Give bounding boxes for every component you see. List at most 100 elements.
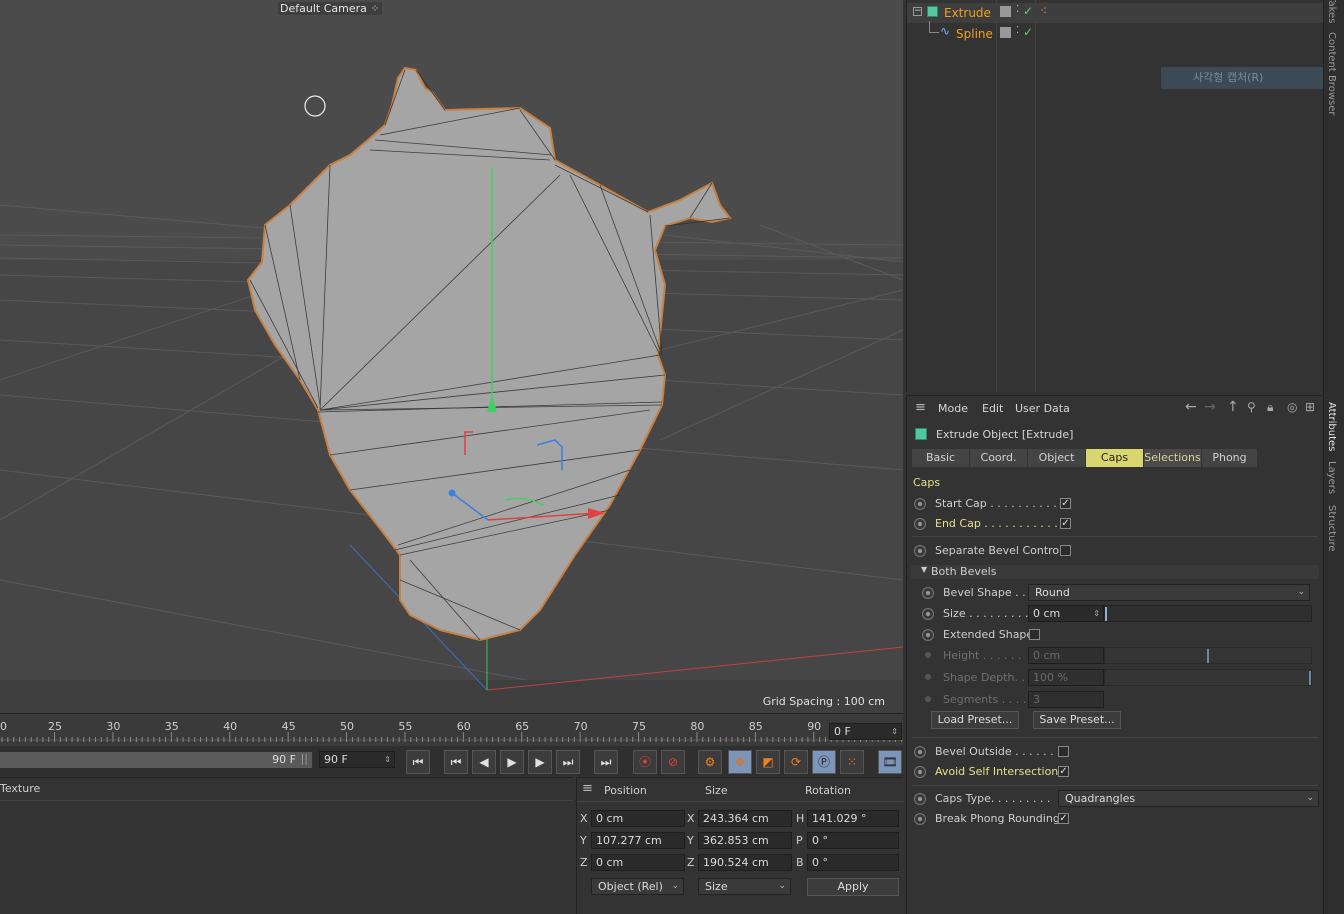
size-z-field[interactable]: 190.524 cm (698, 854, 792, 871)
caps-type-dropdown[interactable]: Quadrangles ⌄ (1058, 790, 1319, 807)
up-arrow-icon[interactable]: ↑ (1227, 399, 1239, 415)
enabled-check-icon[interactable]: ✓ (1023, 4, 1033, 18)
animate-radio[interactable] (914, 766, 926, 778)
material-manager[interactable]: Texture (0, 777, 573, 914)
tab-structure[interactable]: Structure (1326, 505, 1337, 552)
menu-edit[interactable]: Edit (982, 402, 1003, 415)
position-y-field[interactable]: 107.277 cm (591, 832, 685, 849)
hamburger-menu-icon[interactable]: ≡ (582, 782, 593, 795)
apply-button[interactable]: Apply (807, 878, 899, 896)
tab-phong[interactable]: Phong (1202, 449, 1258, 467)
forward-arrow-icon[interactable]: → (1204, 399, 1216, 415)
rotation-p-field[interactable]: 0 ° (807, 832, 899, 849)
tab-object[interactable]: Object (1028, 449, 1086, 467)
attributes-panel[interactable]: ≡ Mode Edit User Data ← → ↑ ⚲ 🔒︎ ◎ ⊞ Ext… (906, 395, 1322, 914)
play-icon[interactable]: ▶ (500, 750, 524, 774)
tab-caps[interactable]: Caps (1086, 449, 1144, 467)
coord-mode-dropdown[interactable]: Object (Rel) ⌄ (591, 878, 684, 895)
tab-coord[interactable]: Coord. (970, 449, 1028, 467)
size-slider[interactable] (1104, 605, 1312, 622)
menu-user-data[interactable]: User Data (1015, 402, 1070, 415)
animate-radio[interactable] (922, 587, 934, 599)
object-name-spline[interactable]: Spline (956, 27, 993, 41)
hamburger-menu-icon[interactable]: ≡ (915, 401, 926, 414)
size-y-field[interactable]: 362.853 cm (698, 832, 792, 849)
frame-range-slider[interactable]: 90 F || (0, 752, 312, 768)
break-phong-checkbox[interactable]: ✓ (1058, 813, 1069, 824)
animate-radio[interactable] (914, 813, 926, 825)
visibility-dots-icon[interactable]: ⁚ (1016, 25, 1019, 36)
save-preset-button[interactable]: Save Preset... (1033, 711, 1121, 729)
move-icon[interactable]: ✥ (728, 750, 752, 774)
size-field[interactable]: 0 cm ⇕ (1028, 605, 1104, 622)
timeline-ruler[interactable]: 0 25 30 35 40 45 50 55 60 65 70 75 80 85 90 0 F ⇕ (0, 713, 903, 748)
record-icon[interactable]: ⦿ (633, 750, 657, 774)
camera-label[interactable]: Default Camera ⁘ (278, 2, 382, 15)
3d-viewport[interactable]: Default Camera ⁘ Grid Spacing : 100 cm (0, 0, 903, 713)
object-name-extrude[interactable]: Extrude (944, 6, 991, 20)
scale-icon[interactable]: ◩ (756, 750, 780, 774)
size-mode-dropdown[interactable]: Size ⌄ (698, 878, 791, 895)
menu-mode[interactable]: Mode (938, 402, 968, 415)
position-x-field[interactable]: 0 cm (591, 810, 685, 827)
side-tabs[interactable]: Takes Content Browser Attributes Layers … (1323, 0, 1344, 914)
parameter-icon[interactable]: Ⓟ (812, 750, 836, 774)
coordinate-manager[interactable]: ≡ Position Size Rotation X 0 cm X 243.36… (576, 777, 904, 914)
back-arrow-icon[interactable]: ← (1185, 399, 1197, 415)
end-cap-checkbox[interactable]: ✓ (1060, 518, 1071, 529)
load-preset-button[interactable]: Load Preset... (931, 711, 1019, 729)
animate-radio[interactable] (914, 793, 926, 805)
edit-icon[interactable] (1000, 27, 1011, 38)
size-x-field[interactable]: 243.364 cm (698, 810, 792, 827)
collapse-icon[interactable]: − (913, 7, 922, 16)
separate-bevel-checkbox[interactable] (1060, 545, 1071, 556)
spinner-icon[interactable]: ⇕ (1093, 606, 1100, 621)
target-icon[interactable]: ◎ (1287, 400, 1297, 414)
rotation-b-field[interactable]: 0 ° (807, 854, 899, 871)
prev-frame-icon[interactable]: ◀ (472, 750, 496, 774)
bevel-outside-checkbox[interactable] (1058, 746, 1069, 757)
tab-basic[interactable]: Basic (912, 449, 970, 467)
animate-radio[interactable] (922, 629, 934, 641)
tab-content-browser[interactable]: Content Browser (1326, 32, 1337, 115)
end-frame-field[interactable]: 90 F ⇕ (319, 751, 395, 768)
expand-triangle-icon[interactable]: ▼ (921, 565, 927, 574)
new-panel-icon[interactable]: ⊞ (1305, 400, 1315, 414)
next-key-icon[interactable]: ⏭ (556, 750, 580, 774)
animate-radio[interactable] (914, 545, 926, 557)
next-frame-icon[interactable]: ▶ (528, 750, 552, 774)
lock-icon[interactable]: 🔒︎ (1267, 400, 1273, 415)
start-cap-checkbox[interactable]: ✓ (1060, 498, 1071, 509)
goto-end-icon[interactable]: ⏭ (594, 750, 618, 774)
bevel-shape-dropdown[interactable]: Round ⌄ (1028, 584, 1310, 601)
tag-spheres-icon[interactable]: ⁖ (1040, 4, 1047, 18)
object-manager[interactable]: − Extrude ⁚ ✓ ⁖ ∿ Spline ⁚ ✓ 사각형 캡처(R) (906, 0, 1323, 392)
tab-takes[interactable]: Takes (1326, 0, 1337, 23)
extended-shape-checkbox[interactable] (1029, 629, 1040, 640)
animate-radio[interactable] (922, 608, 934, 620)
animate-radio[interactable] (914, 498, 926, 510)
material-menu-texture[interactable]: Texture (0, 782, 40, 795)
spinner-icon[interactable]: ⇕ (891, 724, 898, 739)
autokey-icon[interactable]: ⊘ (661, 750, 685, 774)
pla-grid-icon[interactable]: ⁙ (840, 750, 864, 774)
position-z-field[interactable]: 0 cm (591, 854, 685, 871)
rotate-icon[interactable]: ⟳ (784, 750, 808, 774)
edit-icon[interactable] (1000, 6, 1011, 17)
tab-selections[interactable]: Selections (1144, 449, 1202, 467)
rotation-h-field[interactable]: 141.029 ° (807, 810, 899, 827)
prev-key-icon[interactable]: ⏮ (444, 750, 468, 774)
spinner-icon[interactable]: ⇕ (384, 752, 391, 767)
search-icon[interactable]: ⚲ (1247, 400, 1256, 414)
object-row-spline[interactable]: ∿ Spline ⁚ ✓ (907, 21, 1323, 43)
animate-radio[interactable] (914, 518, 926, 530)
tab-attributes[interactable]: Attributes (1326, 402, 1337, 451)
current-frame-field[interactable]: 0 F ⇕ (829, 723, 902, 740)
avoid-self-checkbox[interactable]: ✓ (1058, 766, 1069, 777)
film-icon[interactable]: 🎞︎ (878, 750, 902, 774)
tab-layers[interactable]: Layers (1326, 461, 1337, 494)
object-row-extrude[interactable]: − Extrude ⁚ ✓ ⁖ (907, 3, 1323, 23)
animate-radio[interactable] (914, 746, 926, 758)
both-bevels-header[interactable]: Both Bevels (931, 562, 996, 582)
visibility-dots-icon[interactable]: ⁚ (1016, 4, 1019, 15)
